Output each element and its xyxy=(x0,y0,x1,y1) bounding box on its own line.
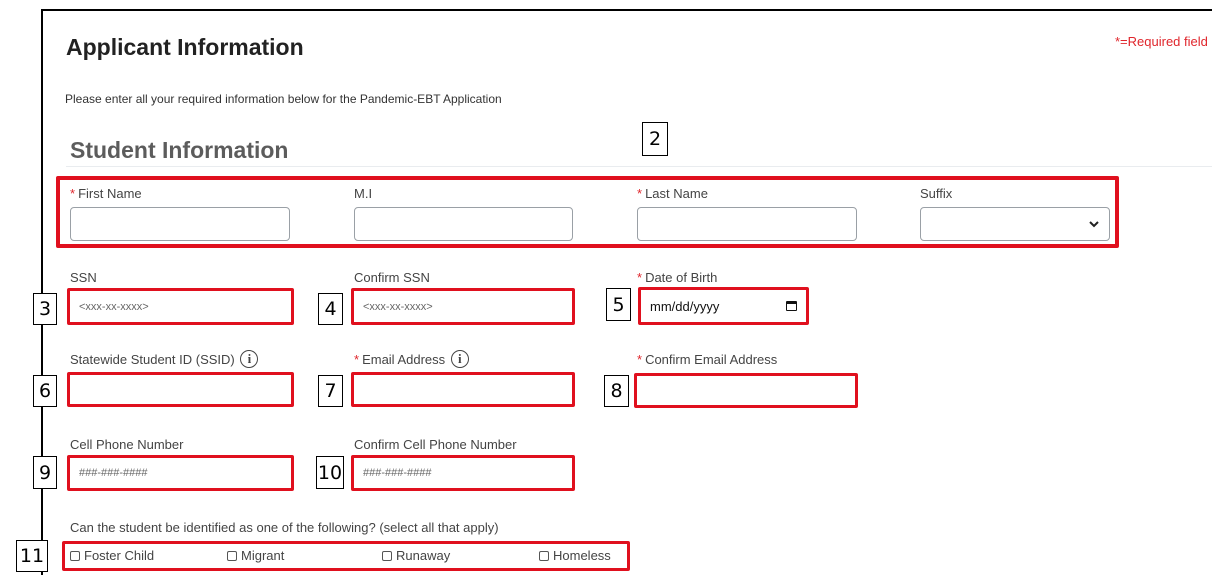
ssid-label-text: Statewide Student ID (SSID) xyxy=(70,352,235,367)
checkbox-label: Foster Child xyxy=(84,548,155,563)
checkbox-label: Homeless xyxy=(553,548,611,563)
required-star: * xyxy=(637,270,643,285)
suffix-select[interactable] xyxy=(920,207,1110,241)
section-title: Student Information xyxy=(70,137,289,163)
intro-text: Please enter all your required informati… xyxy=(65,92,502,106)
last-name-label: * Last Name xyxy=(637,186,708,201)
dob-placeholder: mm/dd/yyyy xyxy=(650,298,720,314)
categories-question: Can the student be identified as one of … xyxy=(70,520,499,535)
confirm-email-input[interactable] xyxy=(634,373,858,408)
frame-left-border xyxy=(41,9,43,575)
required-field-note: *=Required field xyxy=(1115,34,1208,49)
cell-phone-input[interactable]: ###-###-#### xyxy=(67,455,294,491)
ssn-input[interactable]: <xxx-xx-xxxx> xyxy=(67,288,294,325)
dob-label: * Date of Birth xyxy=(637,270,717,285)
required-star: * xyxy=(637,186,643,201)
frame-top-border xyxy=(41,9,1212,11)
checkbox-box[interactable] xyxy=(70,550,80,561)
ssn-placeholder: <xxx-xx-xxxx> xyxy=(79,300,149,313)
cell-phone-label: Cell Phone Number xyxy=(70,437,184,452)
dob-input[interactable]: mm/dd/yyyy xyxy=(638,287,809,325)
first-name-label-text: First Name xyxy=(78,186,142,201)
info-icon[interactable]: i xyxy=(450,350,469,369)
annotation-label-7: 7 xyxy=(318,375,343,407)
confirm-ssn-placeholder: <xxx-xx-xxxx> xyxy=(363,300,433,313)
checkbox-migrant[interactable]: Migrant xyxy=(227,548,284,563)
suffix-label: Suffix xyxy=(920,186,953,201)
annotation-label-5: 5 xyxy=(606,288,631,321)
confirm-cell-label: Confirm Cell Phone Number xyxy=(354,437,517,452)
ssid-input[interactable] xyxy=(67,372,294,407)
annotation-label-6: 6 xyxy=(33,375,57,407)
cell-phone-placeholder: ###-###-#### xyxy=(79,467,148,479)
confirm-ssn-input[interactable]: <xxx-xx-xxxx> xyxy=(351,288,575,325)
ssn-label: SSN xyxy=(70,270,97,285)
annotation-label-2: 2 xyxy=(642,122,668,156)
section-divider xyxy=(66,166,1212,167)
checkbox-homeless[interactable]: Homeless xyxy=(539,548,611,563)
email-label: * Email Address i xyxy=(354,350,469,369)
page-title: Applicant Information xyxy=(66,34,304,60)
email-input[interactable] xyxy=(351,372,575,407)
checkbox-box[interactable] xyxy=(382,550,392,561)
checkbox-foster-child[interactable]: Foster Child xyxy=(70,548,154,563)
checkbox-box[interactable] xyxy=(539,550,549,561)
mi-label: M.I xyxy=(354,186,373,201)
last-name-input[interactable] xyxy=(637,207,857,241)
required-star: * xyxy=(70,186,76,201)
first-name-label: * First Name xyxy=(70,186,142,201)
checkbox-label: Runaway xyxy=(396,548,451,563)
calendar-icon[interactable] xyxy=(786,301,797,311)
info-icon[interactable]: i xyxy=(240,350,259,369)
ssid-label: Statewide Student ID (SSID) i xyxy=(70,350,259,369)
annotation-label-8: 8 xyxy=(604,375,629,407)
confirm-cell-input[interactable]: ###-###-#### xyxy=(351,455,575,491)
confirm-email-label: * Confirm Email Address xyxy=(637,352,777,367)
confirm-email-label-text: Confirm Email Address xyxy=(645,352,778,367)
first-name-input[interactable] xyxy=(70,207,290,241)
email-label-text: Email Address xyxy=(362,352,446,367)
last-name-label-text: Last Name xyxy=(645,186,708,201)
mi-input[interactable] xyxy=(354,207,573,241)
dob-label-text: Date of Birth xyxy=(645,270,718,285)
checkbox-box[interactable] xyxy=(227,550,237,561)
annotation-label-9: 9 xyxy=(33,456,57,489)
required-star: * xyxy=(637,352,643,367)
annotation-label-4: 4 xyxy=(318,293,343,325)
annotation-label-10: 10 xyxy=(316,456,344,489)
chevron-down-icon xyxy=(1089,220,1099,227)
confirm-ssn-label: Confirm SSN xyxy=(354,270,430,285)
checkbox-runaway[interactable]: Runaway xyxy=(382,548,450,563)
annotation-label-3: 3 xyxy=(33,293,57,325)
confirm-cell-placeholder: ###-###-#### xyxy=(363,467,432,479)
required-star: * xyxy=(354,352,360,367)
annotation-label-11: 11 xyxy=(16,540,48,572)
checkbox-label: Migrant xyxy=(241,548,285,563)
